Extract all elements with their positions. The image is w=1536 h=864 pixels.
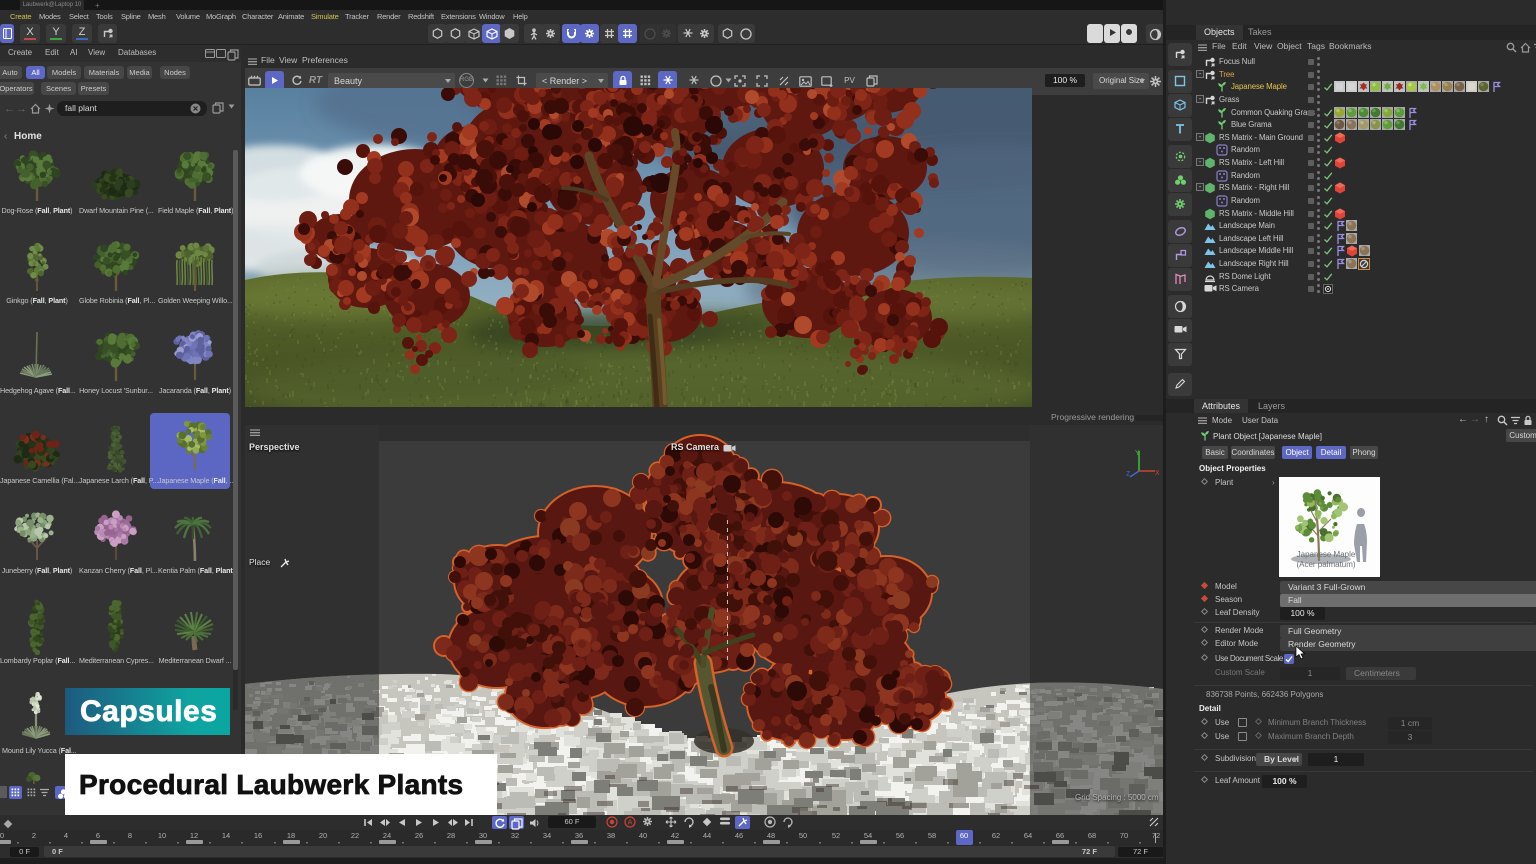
svg-text:A: A — [627, 818, 632, 827]
svg-text:Z: Z — [1126, 471, 1131, 478]
svg-text:Japanese Maple: Japanese Maple — [1297, 550, 1356, 559]
svg-text:X: X — [1155, 470, 1159, 477]
svg-text:(Acer palmatum): (Acer palmatum) — [1296, 560, 1355, 569]
svg-text:Y: Y — [1135, 450, 1140, 457]
